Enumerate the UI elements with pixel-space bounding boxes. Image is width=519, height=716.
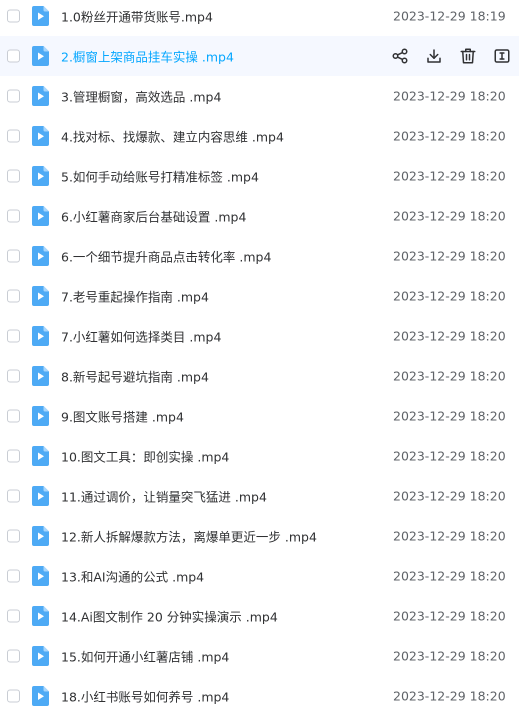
file-name[interactable]: 5.如何手动给账号打精准标签 .mp4 — [61, 167, 259, 186]
file-name[interactable]: 15.如何开通小红薯店铺 .mp4 — [61, 647, 229, 666]
file-name[interactable]: 2.橱窗上架商品挂车实操 .mp4 — [61, 47, 234, 66]
file-date: 2023-12-29 18:20 — [393, 528, 506, 544]
file-list: 1.0粉丝开通带货账号.mp4 2023-12-29 18:19 2.橱窗上架商品挂… — [0, 0, 519, 715]
file-row[interactable]: 13.和AI沟通的公式 .mp4 2023-12-29 18:20 — [0, 556, 519, 596]
file-date: 2023-12-29 18:20 — [393, 368, 506, 384]
file-name[interactable]: 1.0粉丝开通带货账号.mp4 — [61, 7, 213, 26]
file-row[interactable]: 1.0粉丝开通带货账号.mp4 2023-12-29 18:19 — [0, 0, 519, 36]
file-date: 2023-12-29 18:20 — [393, 608, 506, 624]
file-row[interactable]: 6.小红薯商家后台基础设置 .mp4 2023-12-29 18:20 — [0, 196, 519, 236]
video-file-icon — [32, 566, 49, 586]
file-row[interactable]: 9.图文账号搭建 .mp4 2023-12-29 18:20 — [0, 396, 519, 436]
file-row[interactable]: 7.小红薯如何选择类目 .mp4 2023-12-29 18:20 — [0, 316, 519, 356]
file-date: 2023-12-29 18:20 — [393, 488, 506, 504]
row-checkbox[interactable] — [7, 489, 20, 503]
row-checkbox[interactable] — [7, 329, 20, 343]
file-date: 2023-12-29 18:20 — [393, 648, 506, 664]
video-file-icon — [32, 286, 49, 306]
video-file-icon — [32, 606, 49, 626]
file-row[interactable]: 7.老号重起操作指南 .mp4 2023-12-29 18:20 — [0, 276, 519, 316]
file-row[interactable]: 2.橱窗上架商品挂车实操 .mp4 — [0, 36, 519, 76]
row-checkbox[interactable] — [7, 209, 20, 223]
video-file-icon — [32, 486, 49, 506]
row-checkbox[interactable] — [7, 449, 20, 463]
file-row[interactable]: 12.新人拆解爆款方法，离爆单更近一步 .mp4 2023-12-29 18:20 — [0, 516, 519, 556]
file-row[interactable]: 18.小红书账号如何养号 .mp4 2023-12-29 18:20 — [0, 676, 519, 716]
file-date: 2023-12-29 18:20 — [393, 208, 506, 224]
file-name[interactable]: 18.小红书账号如何养号 .mp4 — [61, 687, 229, 706]
file-date: 2023-12-29 18:20 — [393, 568, 506, 584]
row-checkbox[interactable] — [7, 249, 20, 263]
file-date: 2023-12-29 18:20 — [393, 128, 506, 144]
row-checkbox[interactable] — [7, 129, 20, 143]
row-checkbox[interactable] — [7, 569, 20, 583]
row-checkbox[interactable] — [7, 49, 20, 63]
row-checkbox[interactable] — [7, 529, 20, 543]
file-row[interactable]: 6.一个细节提升商品点击转化率 .mp4 2023-12-29 18:20 — [0, 236, 519, 276]
rename-icon[interactable] — [492, 46, 512, 66]
file-name[interactable]: 3.管理橱窗，高效选品 .mp4 — [61, 87, 221, 106]
file-name[interactable]: 13.和AI沟通的公式 .mp4 — [61, 567, 204, 586]
video-file-icon — [32, 326, 49, 346]
file-name[interactable]: 4.找对标、找爆款、建立内容思维 .mp4 — [61, 127, 284, 146]
row-checkbox[interactable] — [7, 169, 20, 183]
video-file-icon — [32, 86, 49, 106]
row-checkbox[interactable] — [7, 89, 20, 103]
file-row[interactable]: 11.通过调价，让销量突飞猛进 .mp4 2023-12-29 18:20 — [0, 476, 519, 516]
file-name[interactable]: 6.一个细节提升商品点击转化率 .mp4 — [61, 247, 271, 266]
row-checkbox[interactable] — [7, 409, 20, 423]
video-file-icon — [32, 406, 49, 426]
file-row[interactable]: 14.Ai图文制作 20 分钟实操演示 .mp4 2023-12-29 18:20 — [0, 596, 519, 636]
file-name[interactable]: 8.新号起号避坑指南 .mp4 — [61, 367, 209, 386]
file-name[interactable]: 9.图文账号搭建 .mp4 — [61, 407, 184, 426]
file-date: 2023-12-29 18:20 — [393, 168, 506, 184]
file-row[interactable]: 4.找对标、找爆款、建立内容思维 .mp4 2023-12-29 18:20 — [0, 116, 519, 156]
row-checkbox[interactable] — [7, 289, 20, 303]
delete-icon[interactable] — [458, 46, 478, 66]
video-file-icon — [32, 46, 49, 66]
file-name[interactable]: 11.通过调价，让销量突飞猛进 .mp4 — [61, 487, 267, 506]
file-row[interactable]: 8.新号起号避坑指南 .mp4 2023-12-29 18:20 — [0, 356, 519, 396]
video-file-icon — [32, 126, 49, 146]
file-date: 2023-12-29 18:20 — [393, 248, 506, 264]
video-file-icon — [32, 366, 49, 386]
row-checkbox[interactable] — [7, 369, 20, 383]
video-file-icon — [32, 526, 49, 546]
video-file-icon — [32, 686, 49, 706]
file-date: 2023-12-29 18:19 — [393, 8, 506, 24]
share-icon[interactable] — [390, 46, 410, 66]
file-name[interactable]: 14.Ai图文制作 20 分钟实操演示 .mp4 — [61, 607, 278, 626]
row-checkbox[interactable] — [7, 689, 20, 703]
file-date: 2023-12-29 18:20 — [393, 408, 506, 424]
video-file-icon — [32, 166, 49, 186]
row-checkbox[interactable] — [7, 609, 20, 623]
video-file-icon — [32, 446, 49, 466]
video-file-icon — [32, 6, 49, 26]
row-actions — [390, 46, 519, 66]
video-file-icon — [32, 646, 49, 666]
file-name[interactable]: 12.新人拆解爆款方法，离爆单更近一步 .mp4 — [61, 527, 317, 546]
file-row[interactable]: 5.如何手动给账号打精准标签 .mp4 2023-12-29 18:20 — [0, 156, 519, 196]
row-checkbox[interactable] — [7, 649, 20, 663]
file-date: 2023-12-29 18:20 — [393, 288, 506, 304]
download-icon[interactable] — [424, 46, 444, 66]
file-date: 2023-12-29 18:20 — [393, 448, 506, 464]
video-file-icon — [32, 206, 49, 226]
row-checkbox[interactable] — [7, 9, 20, 23]
file-row[interactable]: 10.图文工具：即创实操 .mp4 2023-12-29 18:20 — [0, 436, 519, 476]
file-name[interactable]: 10.图文工具：即创实操 .mp4 — [61, 447, 229, 466]
file-date: 2023-12-29 18:20 — [393, 328, 506, 344]
file-date: 2023-12-29 18:20 — [393, 688, 506, 704]
file-row[interactable]: 15.如何开通小红薯店铺 .mp4 2023-12-29 18:20 — [0, 636, 519, 676]
file-name[interactable]: 7.小红薯如何选择类目 .mp4 — [61, 327, 221, 346]
file-row[interactable]: 3.管理橱窗，高效选品 .mp4 2023-12-29 18:20 — [0, 76, 519, 116]
video-file-icon — [32, 246, 49, 266]
file-name[interactable]: 6.小红薯商家后台基础设置 .mp4 — [61, 207, 246, 226]
file-date: 2023-12-29 18:20 — [393, 88, 506, 104]
file-name[interactable]: 7.老号重起操作指南 .mp4 — [61, 287, 209, 306]
